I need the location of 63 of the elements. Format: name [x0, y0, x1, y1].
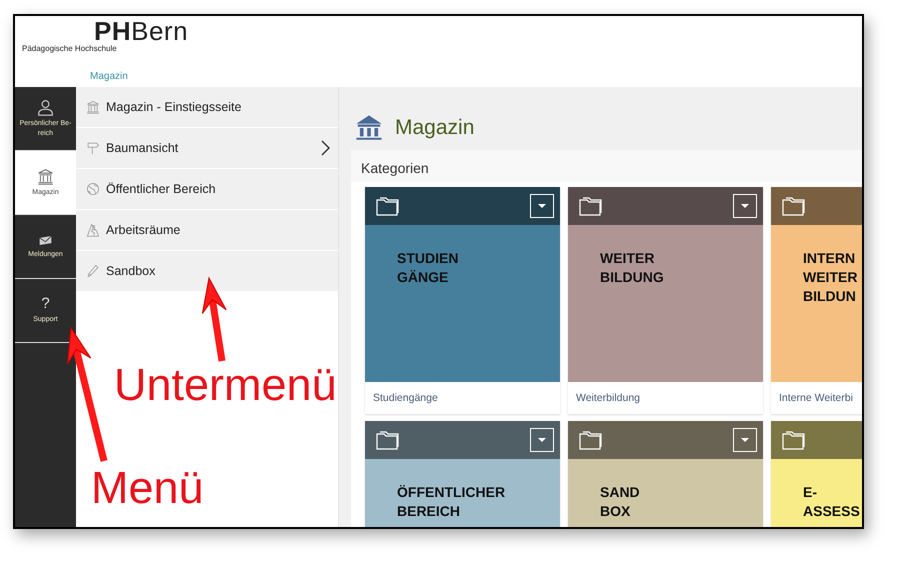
page-title: Magazin — [395, 114, 474, 140]
category-card[interactable]: ÖFFENTLICHER BEREICH — [365, 421, 560, 527]
question-icon: ? — [41, 296, 50, 312]
caret-icon — [741, 204, 749, 208]
dropdown-button[interactable] — [530, 194, 554, 218]
submenu-label: Öffentlicher Bereich — [106, 180, 217, 198]
submenu-item[interactable]: Baumansicht — [76, 128, 338, 168]
cover-text: BOX — [600, 502, 632, 521]
annotation-label: Menü — [91, 463, 204, 513]
submenu-item[interactable]: Öffentlicher Bereich — [76, 169, 338, 209]
cover-text: SAND — [600, 483, 641, 502]
category-card[interactable]: WEITER BILDUNG Weiterbildung — [568, 187, 763, 414]
card-caption: Studiengänge — [373, 392, 438, 404]
submenu-label: Sandbox — [106, 262, 156, 280]
bank-icon — [86, 100, 100, 114]
submenu-item[interactable]: Arbeitsräume — [76, 210, 338, 250]
category-card[interactable]: SAND BOX — [568, 421, 763, 527]
submenu-item[interactable]: Sandbox — [76, 251, 338, 291]
folder-icon — [376, 195, 400, 217]
submenu-item[interactable]: Magazin - Einstiegsseite — [76, 87, 338, 127]
cover-text: BILDUNG — [600, 268, 665, 287]
climber-icon — [86, 223, 100, 237]
person-icon — [37, 98, 54, 116]
submenu-label: Magazin - Einstiegsseite — [106, 98, 242, 116]
envelope-icon — [39, 234, 52, 246]
breadcrumb-link[interactable]: Magazin — [90, 69, 128, 84]
bank-icon — [37, 168, 54, 184]
caret-icon — [741, 438, 749, 442]
dropdown-button[interactable] — [733, 428, 757, 452]
submenu-label: Arbeitsräume — [106, 222, 182, 239]
logo: PHBern — [94, 16, 188, 46]
folder-icon — [579, 429, 603, 451]
category-card[interactable]: STUDIEN GÄNGE Studiengänge — [365, 187, 560, 414]
pencil-icon — [86, 264, 100, 278]
globe-icon — [86, 182, 100, 196]
folder-icon — [579, 195, 603, 217]
cover-text: GÄNGE — [397, 268, 450, 287]
cover-text: BEREICH — [397, 502, 462, 521]
cover-text: E- — [803, 483, 818, 502]
cover-text: BILDUN — [803, 287, 857, 306]
cover-text: WEITER — [803, 268, 858, 287]
signpost-icon — [86, 141, 100, 155]
folder-icon — [782, 429, 806, 451]
cover-text: WEITER — [600, 249, 656, 268]
cover-text: STUDIEN — [397, 249, 460, 268]
caret-icon — [538, 438, 546, 442]
cover-text: INTERN — [803, 249, 856, 268]
caret-icon — [538, 204, 546, 208]
submenu-label: Baumansicht — [106, 140, 180, 157]
section-heading: Kategorien — [351, 150, 862, 182]
dropdown-button[interactable] — [530, 428, 554, 452]
dropdown-button[interactable] — [733, 194, 757, 218]
bank-icon — [355, 114, 383, 142]
folder-icon — [782, 195, 806, 217]
cover-text: ASSESS — [803, 502, 861, 521]
annotation-label: Untermenü — [114, 360, 337, 410]
logo-subtitle: Pädagogische Hochschule — [22, 43, 117, 55]
category-card[interactable]: E- ASSESS — [771, 421, 862, 527]
folder-icon — [376, 429, 400, 451]
cover-text: ÖFFENTLICHER — [397, 483, 506, 502]
card-caption: Weiterbildung — [576, 392, 640, 404]
category-card[interactable]: INTERN WEITER BILDUN Interne Weiterbi — [771, 187, 862, 414]
card-caption: Interne Weiterbi — [779, 392, 853, 404]
